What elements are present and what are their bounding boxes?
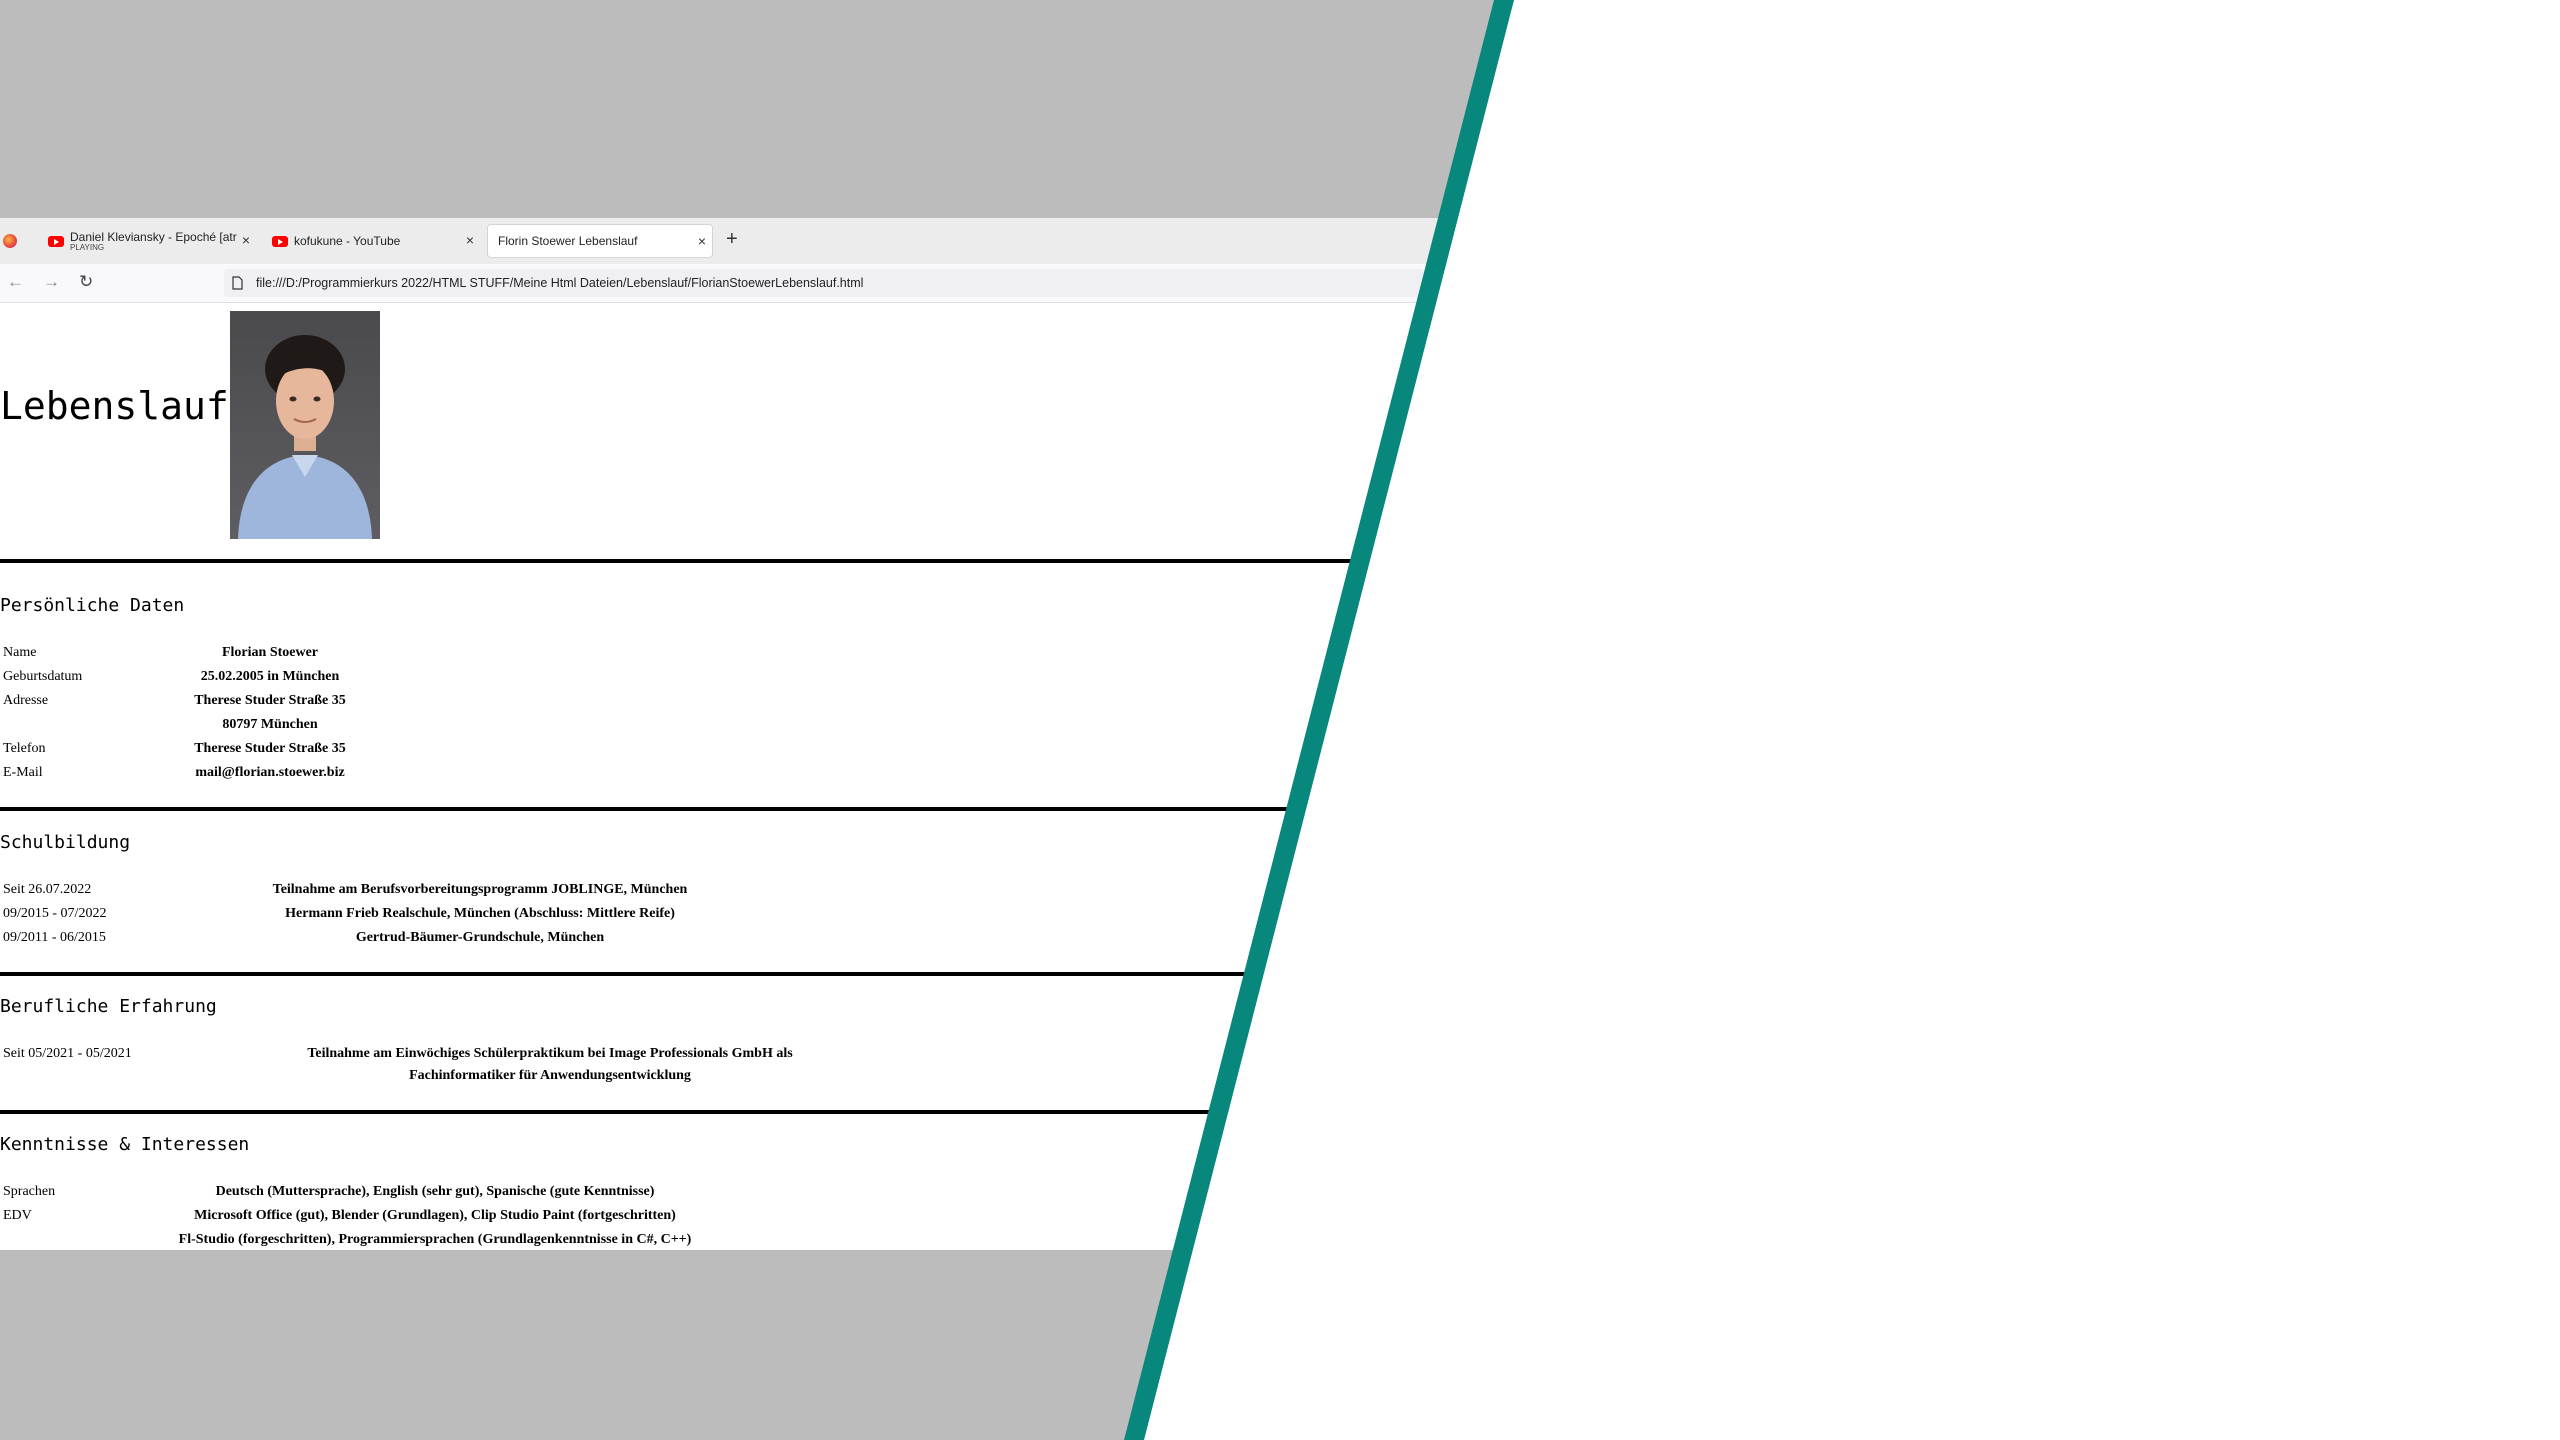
row-label: Adresse (3, 693, 49, 708)
divider (0, 807, 1420, 811)
youtube-icon (48, 235, 64, 247)
row-value-line-1: Teilnahme am Einwöchiges Schülerpraktiku… (307, 1046, 793, 1061)
row-value: Fl-Studio (forgeschritten), Programmiers… (178, 1232, 692, 1247)
address-bar[interactable]: file:///D:/Programmierkurs 2022/HTML STU… (224, 269, 1424, 297)
page-title: Lebenslauf (0, 384, 229, 428)
close-tab-icon[interactable]: × (698, 233, 706, 249)
tab-title: Daniel Kleviansky - Epoché [atr (70, 230, 237, 244)
firefox-icon[interactable] (3, 234, 17, 248)
row-value: Deutsch (Muttersprache), English (sehr g… (215, 1184, 655, 1199)
url-text: file:///D:/Programmierkurs 2022/HTML STU… (256, 276, 864, 290)
page-icon (232, 276, 243, 290)
row-value: 80797 München (222, 717, 318, 732)
tab-youtube-channel[interactable]: kofukune - YouTube × (262, 224, 480, 258)
new-tab-button[interactable]: + (726, 228, 738, 251)
row-value: Teilnahme am Berufsvorbereitungsprogramm… (272, 882, 688, 897)
tab-bar: Daniel Kleviansky - Epoché [atr PLAYING … (0, 218, 1460, 264)
section-heading-work: Berufliche Erfahrung (0, 996, 217, 1017)
tab-title: Florin Stoewer Lebenslauf (498, 234, 638, 248)
back-arrow-icon[interactable]: ← (7, 272, 24, 292)
row-label: 09/2011 - 06/2015 (3, 930, 106, 945)
tab-playing-label: PLAYING (70, 243, 105, 252)
row-label: Geburtsdatum (3, 669, 83, 684)
reload-icon[interactable]: ↻ (79, 272, 93, 292)
row-label: EDV (3, 1208, 32, 1223)
close-tab-icon[interactable]: × (242, 232, 250, 248)
tab-youtube-music[interactable]: Daniel Kleviansky - Epoché [atr PLAYING … (38, 224, 256, 258)
divider (0, 1110, 1420, 1114)
section-heading-personal: Persönliche Daten (0, 595, 185, 616)
forward-arrow-icon[interactable]: → (43, 272, 60, 292)
section-heading-skills: Kenntnisse & Interessen (0, 1134, 250, 1155)
row-label: E-Mail (3, 765, 43, 780)
divider (0, 559, 1420, 563)
tab-label-block: Daniel Kleviansky - Epoché [atr PLAYING (70, 230, 237, 252)
divider (0, 972, 1420, 976)
row-value: Florian Stoewer (221, 645, 319, 660)
row-value: Hermann Frieb Realschule, München (Absch… (285, 906, 675, 921)
tab-lebenslauf[interactable]: Florin Stoewer Lebenslauf × (487, 224, 713, 258)
row-label: Name (3, 645, 37, 660)
section-heading-school: Schulbildung (0, 832, 131, 853)
navigation-bar: ← → ↻ file:///D:/Programmierkurs 2022/HT… (0, 264, 1460, 303)
row-label: Sprachen (3, 1184, 56, 1199)
row-value: Microsoft Office (gut), Blender (Grundla… (194, 1208, 676, 1223)
profile-photo (230, 311, 380, 539)
row-label: Seit 05/2021 - 05/2021 (3, 1046, 132, 1061)
row-value: Therese Studer Straße 35 (194, 693, 346, 708)
row-value: mail@florian.stoewer.biz (195, 765, 345, 780)
row-value: Gertrud-Bäumer-Grundschule, München (355, 930, 605, 945)
youtube-icon (272, 235, 288, 247)
row-value-line-2: Fachinformatiker für Anwendungsentwicklu… (409, 1068, 691, 1083)
data-row: Seit 05/2021 - 05/2021 Teilnahme am Einw… (0, 1042, 900, 1090)
close-tab-icon[interactable]: × (466, 232, 474, 248)
row-label: 09/2015 - 07/2022 (3, 906, 107, 921)
row-label: Seit 26.07.2022 (3, 882, 92, 897)
row-value: 25.02.2005 in München (200, 669, 340, 684)
row-value: Therese Studer Straße 35 (194, 741, 346, 756)
tab-title: kofukune - YouTube (294, 234, 401, 248)
row-label: Telefon (3, 741, 46, 756)
